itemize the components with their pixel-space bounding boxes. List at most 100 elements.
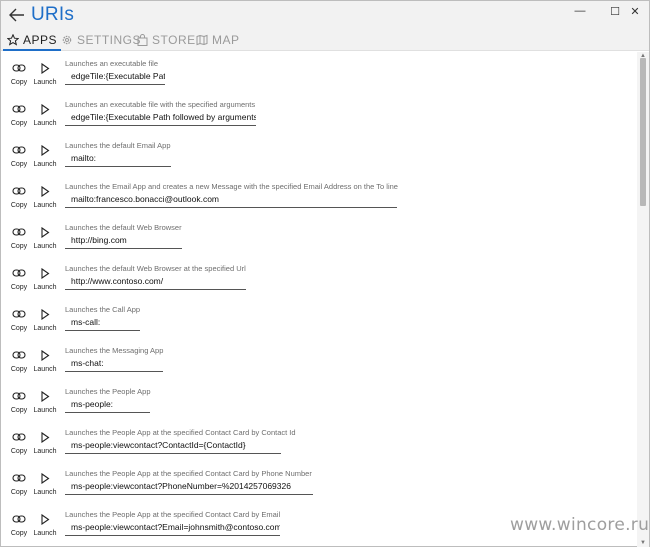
uri-description: Launches the Messaging App <box>65 346 164 355</box>
play-icon <box>41 473 50 484</box>
minimize-button[interactable]: — <box>562 1 598 21</box>
uri-field[interactable]: edgeTile:{Executable Path} <box>65 69 165 85</box>
close-button[interactable]: ✕ <box>617 1 650 21</box>
uri-field[interactable]: ms-call: <box>65 315 140 331</box>
list-item: Copy Launch Launches the People App at t… <box>1 421 637 462</box>
link-icon <box>12 64 26 72</box>
title-bar: URIs — ☐ ✕ <box>1 1 649 29</box>
launch-label: Launch <box>33 284 57 291</box>
uri-description: Launches the default Web Browser <box>65 223 182 232</box>
link-icon <box>12 105 26 113</box>
launch-label: Launch <box>33 366 57 373</box>
launch-button[interactable]: Launch <box>30 473 60 503</box>
play-icon <box>41 432 50 443</box>
launch-button[interactable]: Launch <box>30 309 60 339</box>
tab-store[interactable]: STORE <box>137 29 196 51</box>
list-item: Copy Launch Launches the default Web Bro… <box>1 257 637 298</box>
launch-button[interactable]: Launch <box>30 104 60 134</box>
uri-description: Launches the Email App and creates a new… <box>65 182 398 191</box>
tab-apps-label: APPS <box>23 33 58 47</box>
uri-field[interactable]: ms-people:viewcontact?ContactId={Contact… <box>65 438 281 454</box>
scroll-thumb[interactable] <box>640 58 646 206</box>
play-icon <box>41 391 50 402</box>
launch-button[interactable]: Launch <box>30 145 60 175</box>
watermark: www.wincore.ru <box>510 515 650 535</box>
link-icon <box>12 392 26 400</box>
uri-field[interactable]: ms-people:viewcontact?PhoneNumber=%20142… <box>65 479 313 495</box>
launch-label: Launch <box>33 530 57 537</box>
play-icon <box>41 309 50 320</box>
launch-button[interactable]: Launch <box>30 432 60 462</box>
launch-label: Launch <box>33 243 57 250</box>
link-icon <box>12 474 26 482</box>
list-item: Copy Launch Launches the Messaging App m… <box>1 339 637 380</box>
scroll-down-icon[interactable]: ▼ <box>637 539 649 547</box>
play-icon <box>41 145 50 156</box>
launch-button[interactable]: Launch <box>30 227 60 257</box>
uri-description: Launches the People App at the specified… <box>65 469 312 478</box>
list-item: Copy Launch Launches the default Web Bro… <box>1 216 637 257</box>
uri-description: Launches the default Email App <box>65 141 171 150</box>
play-icon <box>41 227 50 238</box>
tab-settings[interactable]: SETTINGS <box>61 29 141 51</box>
list-item: Copy Launch Launches an executable file … <box>1 52 637 93</box>
launch-label: Launch <box>33 202 57 209</box>
play-icon <box>41 186 50 197</box>
play-icon <box>41 268 50 279</box>
link-icon <box>12 351 26 359</box>
vertical-scrollbar[interactable]: ▲ ▼ <box>637 52 649 547</box>
star-icon <box>7 34 19 46</box>
launch-label: Launch <box>33 120 57 127</box>
link-icon <box>12 269 26 277</box>
bag-icon <box>137 34 148 46</box>
uri-field[interactable]: edgeTile:{Executable Path followed by ar… <box>65 110 256 126</box>
uri-list: Copy Launch Launches an executable file … <box>1 52 637 547</box>
uri-field[interactable]: http://www.contoso.com/ <box>65 274 246 290</box>
tab-map-label: MAP <box>212 33 240 47</box>
launch-button[interactable]: Launch <box>30 268 60 298</box>
launch-button[interactable]: Launch <box>30 350 60 380</box>
tab-map[interactable]: MAP <box>196 29 240 51</box>
app-title: URIs <box>31 4 75 25</box>
list-item: Copy Launch Launches the default Email A… <box>1 134 637 175</box>
uri-description: Launches an executable file with the spe… <box>65 100 256 109</box>
list-item: Copy Launch Launches an executable file … <box>1 93 637 134</box>
uri-field[interactable]: mailto:francesco.bonacci@outlook.com <box>65 192 397 208</box>
uri-description: Launches the People App <box>65 387 151 396</box>
launch-button[interactable]: Launch <box>30 391 60 421</box>
back-button[interactable] <box>5 4 29 26</box>
launch-button[interactable]: Launch <box>30 63 60 93</box>
link-icon <box>12 310 26 318</box>
play-icon <box>41 63 50 74</box>
list-item: Copy Launch Launches the People App at t… <box>1 462 637 503</box>
list-item: Copy Launch Launches the Email App and c… <box>1 175 637 216</box>
launch-label: Launch <box>33 448 57 455</box>
uri-description: Launches the default Web Browser at the … <box>65 264 246 273</box>
play-icon <box>41 514 50 525</box>
uri-field[interactable]: ms-chat: <box>65 356 163 372</box>
list-item: Copy Launch Launches the Call App ms-cal… <box>1 298 637 339</box>
launch-button[interactable]: Launch <box>30 186 60 216</box>
play-icon <box>41 350 50 361</box>
uri-description: Launches the Call App <box>65 305 141 314</box>
link-icon <box>12 146 26 154</box>
uri-field[interactable]: mailto: <box>65 151 171 167</box>
link-icon <box>12 515 26 523</box>
link-icon <box>12 228 26 236</box>
gear-icon <box>62 35 72 45</box>
play-icon <box>41 104 50 115</box>
tab-apps[interactable]: APPS <box>2 29 62 51</box>
uri-field[interactable]: http://bing.com <box>65 233 182 249</box>
tab-store-label: STORE <box>152 33 196 47</box>
uri-field[interactable]: ms-people:viewcontact?Email=johnsmith@co… <box>65 520 280 536</box>
back-arrow-icon <box>9 8 24 22</box>
list-item: Copy Launch Launches the People App ms-p… <box>1 380 637 421</box>
launch-label: Launch <box>33 489 57 496</box>
uri-description: Launches an executable file <box>65 59 158 68</box>
tab-bar: APPS SETTINGS STORE MAP <box>1 29 649 51</box>
uri-description: Launches the People App at the specified… <box>65 510 281 519</box>
uri-field[interactable]: ms-people: <box>65 397 150 413</box>
launch-label: Launch <box>33 325 57 332</box>
app-window: URIs — ☐ ✕ APPS SETTINGS STORE MAP Copy … <box>0 0 650 547</box>
launch-button[interactable]: Launch <box>30 514 60 544</box>
